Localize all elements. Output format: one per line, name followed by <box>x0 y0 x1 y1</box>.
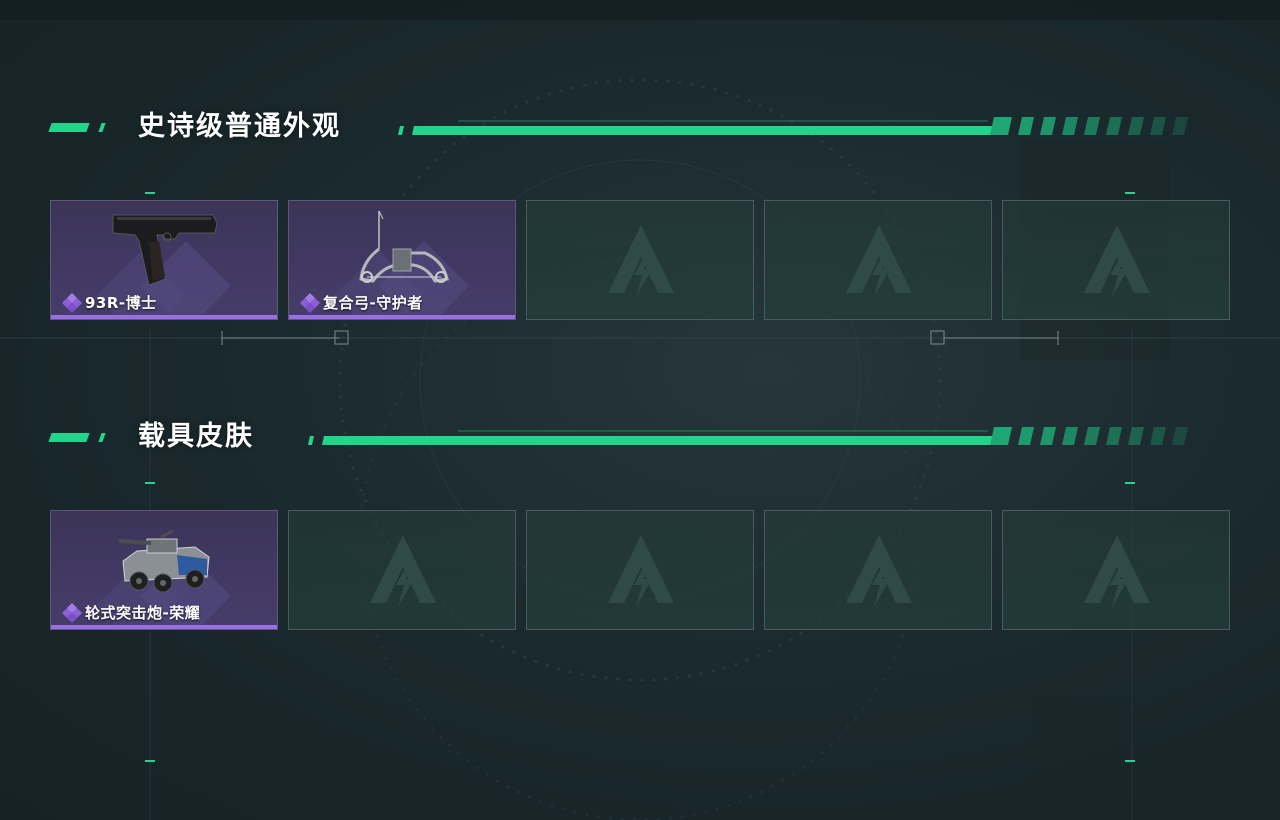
empty-skin-slot[interactable] <box>1002 510 1230 630</box>
triangle-logo-icon <box>846 225 912 297</box>
corner-tick <box>1125 760 1135 762</box>
item-name: 93R-博士 <box>85 293 157 312</box>
empty-skin-slot[interactable] <box>764 200 992 320</box>
purple-diamond-cluster-icon <box>62 603 82 623</box>
triangle-logo-icon <box>608 225 674 297</box>
empty-skin-slot[interactable] <box>288 510 516 630</box>
section-title: 载具皮肤 <box>138 421 254 452</box>
section-header-vehicle-skins: 载具皮肤 <box>48 417 1200 457</box>
corner-tick <box>145 482 155 484</box>
armored-vehicle-icon <box>118 529 210 593</box>
section-header-epic-skins: 史诗级普通外观 <box>48 107 1200 147</box>
compound-bow-icon <box>359 210 449 283</box>
header-accent-dash <box>98 433 106 442</box>
header-accent-dash <box>48 433 90 442</box>
top-bar <box>0 0 1280 20</box>
empty-skin-slot[interactable] <box>526 510 754 630</box>
skin-slot-93r[interactable]: 93R-博士 <box>50 200 278 320</box>
pistol-icon <box>112 214 218 286</box>
skin-slot-wheeled-assault-gun[interactable]: 轮式突击炮-荣耀 <box>50 510 278 630</box>
triangle-logo-icon <box>846 535 912 607</box>
triangle-logo-icon <box>608 535 674 607</box>
section-title: 史诗级普通外观 <box>138 111 341 142</box>
item-label: 复合弓-守护者 <box>299 291 423 313</box>
header-accent-dash <box>98 123 106 132</box>
triangle-logo-icon <box>1084 225 1150 297</box>
header-accent-dash <box>48 123 90 132</box>
empty-skin-slot[interactable] <box>1002 200 1230 320</box>
triangle-logo-icon <box>1084 535 1150 607</box>
triangle-logo-icon <box>370 535 436 607</box>
corner-tick <box>145 760 155 762</box>
purple-diamond-cluster-icon <box>300 293 320 313</box>
item-label: 轮式突击炮-荣耀 <box>61 601 200 623</box>
empty-skin-slot[interactable] <box>526 200 754 320</box>
corner-tick <box>1125 482 1135 484</box>
item-name: 轮式突击炮-荣耀 <box>85 603 201 622</box>
empty-skin-slot[interactable] <box>764 510 992 630</box>
corner-tick <box>145 192 155 194</box>
skin-slot-compound-bow[interactable]: 复合弓-守护者 <box>288 200 516 320</box>
corner-tick <box>1125 192 1135 194</box>
purple-diamond-cluster-icon <box>62 293 82 313</box>
item-name: 复合弓-守护者 <box>323 293 423 312</box>
header-progress-bar <box>398 117 1188 135</box>
item-label: 93R-博士 <box>61 291 157 313</box>
header-progress-bar <box>308 427 1188 445</box>
